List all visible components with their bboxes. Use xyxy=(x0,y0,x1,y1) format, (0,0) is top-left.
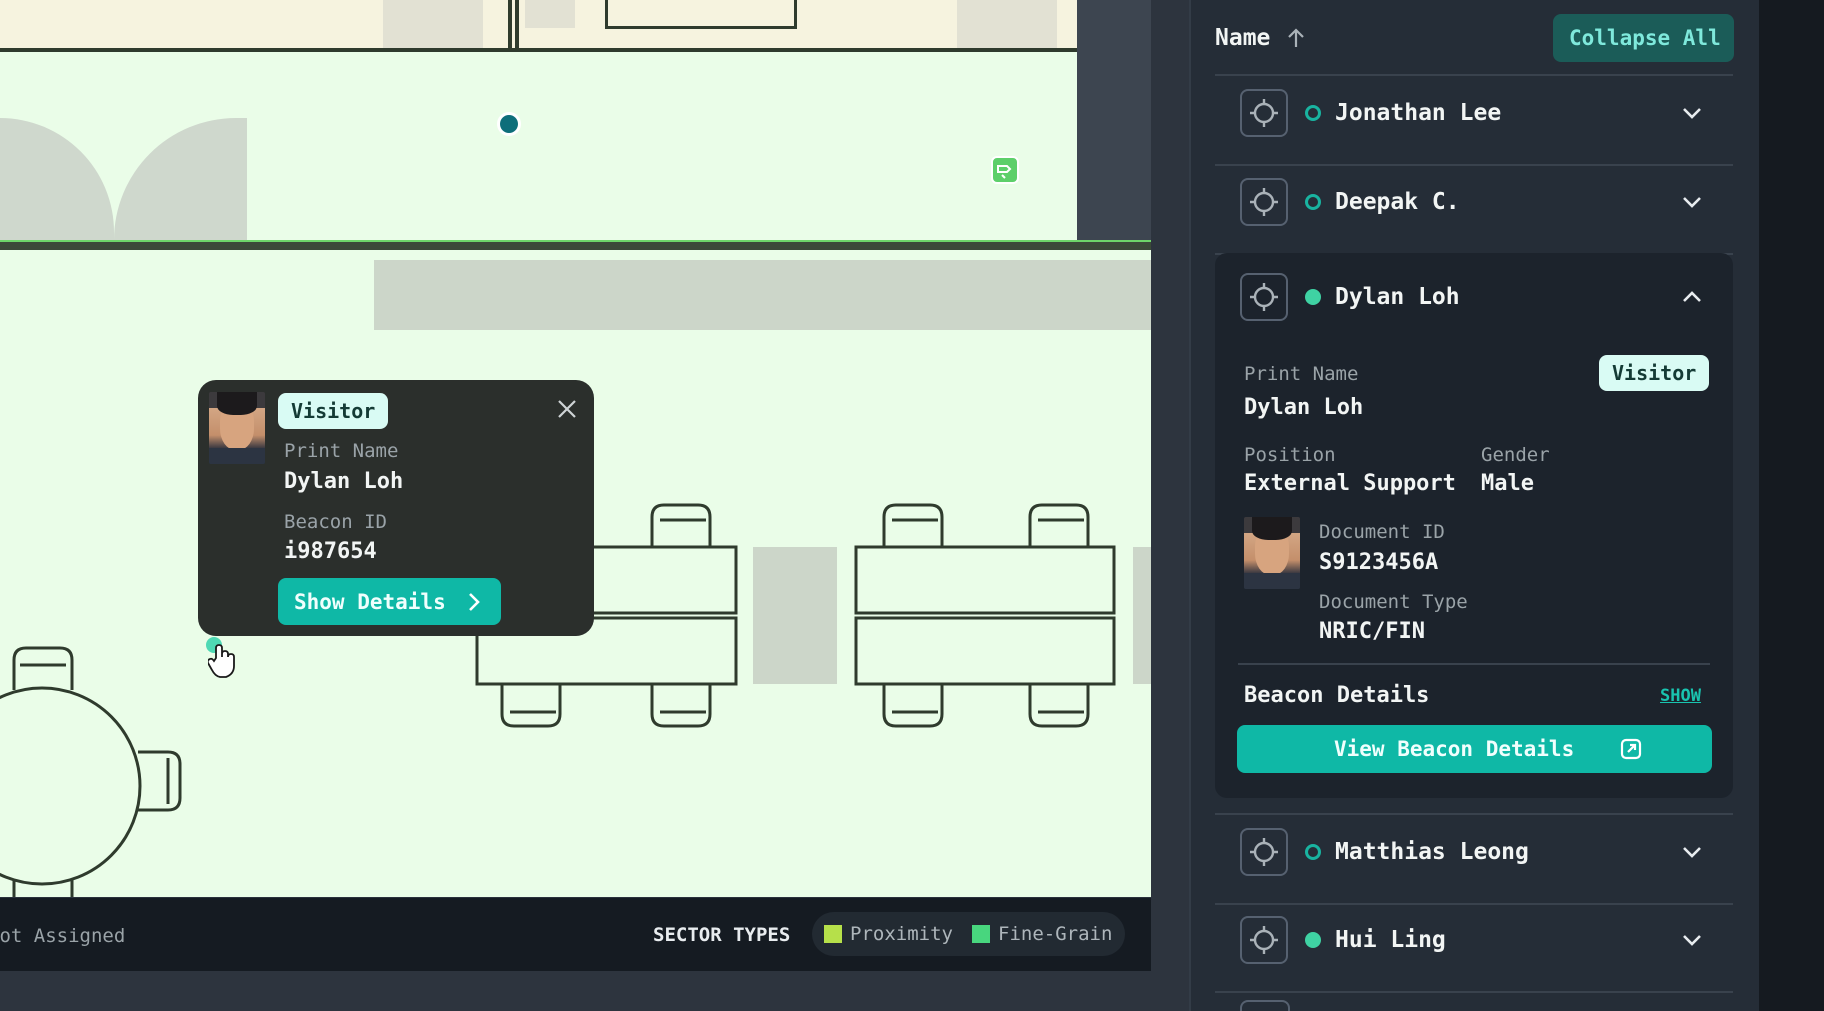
list-item[interactable]: Deepak C. xyxy=(1215,165,1733,255)
proximity-swatch xyxy=(824,925,842,943)
crosshair-icon xyxy=(1250,283,1278,311)
beacon-details-label: Beacon Details xyxy=(1244,683,1430,708)
list-item[interactable]: Hui Ling xyxy=(1215,903,1733,993)
beacon-id-label: Beacon ID xyxy=(284,511,387,533)
expanded-person-card: Dylan Loh Print Name Visitor Dylan Loh P… xyxy=(1215,253,1733,798)
person-name: Dylan Loh xyxy=(1335,284,1460,310)
show-beacon-link[interactable]: SHOW xyxy=(1660,686,1701,706)
map-legend-bar: Not Assigned SECTOR TYPES Proximity Fine… xyxy=(0,897,1151,972)
avatar xyxy=(209,392,265,464)
print-name-label: Print Name xyxy=(284,440,399,462)
list-item[interactable]: Jonathan Lee xyxy=(1215,76,1733,166)
status-dot xyxy=(1305,844,1321,860)
position-label: Position xyxy=(1244,444,1336,466)
visitor-badge: Visitor xyxy=(1599,355,1710,391)
chevron-right-icon xyxy=(469,593,480,611)
external-link-icon xyxy=(1620,738,1642,760)
person-name: Jonathan Lee xyxy=(1335,100,1502,126)
person-marker[interactable] xyxy=(497,112,521,136)
crosshair-icon xyxy=(1250,926,1278,954)
chevron-down-icon[interactable] xyxy=(1681,929,1703,951)
sort-label[interactable]: Name xyxy=(1215,25,1270,51)
chevron-down-icon[interactable] xyxy=(1681,841,1703,863)
status-dot xyxy=(1305,932,1321,948)
view-beacon-details-button[interactable]: View Beacon Details xyxy=(1237,725,1712,773)
status-dot xyxy=(1305,194,1321,210)
not-assigned-label: Not Assigned xyxy=(0,925,126,947)
divider-gap xyxy=(1151,0,1189,1011)
print-name-value: Dylan Loh xyxy=(1244,395,1364,420)
person-tooltip: Visitor Print Name Dylan Loh Beacon ID i… xyxy=(198,380,594,636)
collapse-all-button[interactable]: Collapse All xyxy=(1553,14,1734,62)
visitor-badge: Visitor xyxy=(278,393,389,429)
person-name: Deepak C. xyxy=(1335,189,1460,215)
document-id-label: Document ID xyxy=(1319,521,1445,543)
proximity-label: Proximity xyxy=(850,923,953,945)
position-value: External Support xyxy=(1244,471,1456,496)
crosshair-icon xyxy=(1250,188,1278,216)
sensor-icon[interactable] xyxy=(991,156,1019,184)
avatar xyxy=(1244,517,1300,589)
locate-button[interactable] xyxy=(1240,89,1288,137)
window-edge xyxy=(1759,0,1824,1011)
close-icon[interactable] xyxy=(556,398,578,420)
chevron-down-icon[interactable] xyxy=(1681,102,1703,124)
locate-button[interactable] xyxy=(1240,178,1288,226)
fine-grain-label: Fine-Grain xyxy=(998,923,1113,945)
list-item[interactable]: Matthias Leong xyxy=(1215,813,1733,905)
arrow-up-icon[interactable] xyxy=(1284,26,1308,50)
print-name-value: Dylan Loh xyxy=(284,469,404,494)
locate-button[interactable] xyxy=(1240,273,1288,321)
person-name: Hui Ling xyxy=(1335,927,1446,953)
document-id-value: S9123456A xyxy=(1319,550,1439,575)
fine-grain-swatch xyxy=(972,925,990,943)
print-name-label: Print Name xyxy=(1244,363,1359,385)
locate-button[interactable] xyxy=(1240,828,1288,876)
locate-button[interactable] xyxy=(1240,1000,1290,1011)
view-beacon-details-label: View Beacon Details xyxy=(1334,737,1575,761)
show-details-button[interactable]: Show Details xyxy=(278,578,501,625)
document-type-label: Document Type xyxy=(1319,591,1468,613)
gender-value: Male xyxy=(1481,471,1534,496)
document-type-value: NRIC/FIN xyxy=(1319,619,1425,644)
chevron-up-icon[interactable] xyxy=(1681,286,1703,308)
hand-cursor-icon xyxy=(208,644,235,678)
person-name: Matthias Leong xyxy=(1335,839,1529,865)
crosshair-icon xyxy=(1250,838,1278,866)
locate-button[interactable] xyxy=(1240,916,1288,964)
divider xyxy=(1238,663,1710,665)
show-details-label: Show Details xyxy=(294,590,446,614)
chevron-down-icon[interactable] xyxy=(1681,191,1703,213)
crosshair-icon xyxy=(1250,99,1278,127)
beacon-id-value: i987654 xyxy=(284,539,377,564)
map-footer xyxy=(0,971,1151,1011)
gender-label: Gender xyxy=(1481,444,1550,466)
status-dot xyxy=(1305,105,1321,121)
sector-types-label: SECTOR TYPES xyxy=(653,924,791,946)
sector-types-legend: Proximity Fine-Grain xyxy=(812,912,1125,956)
status-dot xyxy=(1305,289,1321,305)
collapse-all-label: Collapse All xyxy=(1569,26,1721,50)
